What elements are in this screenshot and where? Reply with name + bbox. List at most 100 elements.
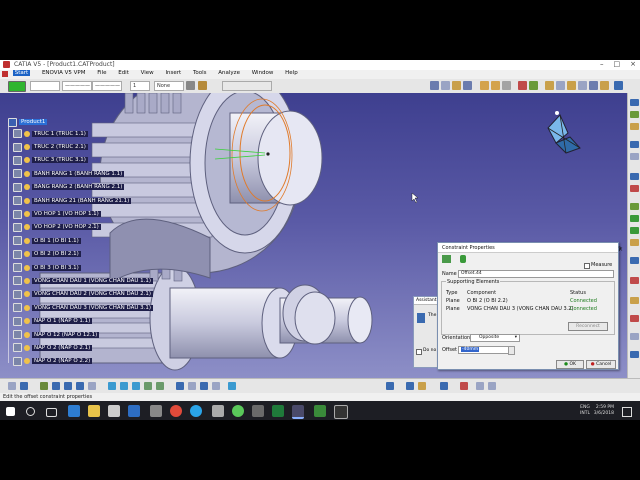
tree-item[interactable]: VONG CHAN DAU 1 (VONG CHAN DAU 1.1): [4, 274, 164, 287]
formula-icon[interactable]: [476, 382, 484, 390]
table-row[interactable]: Plane O BI 2 (O BI 2.2) Connected: [443, 298, 611, 306]
tree-item[interactable]: BANH RANG 21 (BANH RANG 21.1): [4, 194, 164, 207]
color-swatch-icon[interactable]: [8, 81, 26, 92]
tree-item[interactable]: NAP O 2 (NAP O 2.2): [4, 355, 164, 368]
view-front-icon[interactable]: [132, 382, 140, 390]
app-icon-d[interactable]: [252, 405, 264, 417]
tree-item[interactable]: TRUC 2 (TRUC 2.1): [4, 140, 164, 153]
specification-tree[interactable]: Product1 TRUC 1 (TRUC 1.1) TRUC 2 (TRUC …: [4, 117, 164, 368]
catalog-icon[interactable]: [630, 227, 639, 234]
transparency-field[interactable]: [30, 81, 60, 91]
contact-icon[interactable]: [556, 81, 565, 90]
tree-item[interactable]: O BI 2 (O BI 2.1): [4, 248, 164, 261]
tree-item-label[interactable]: NAP O 12 (NAP O 12.1): [32, 331, 100, 338]
rotate-icon[interactable]: [52, 382, 60, 390]
chrome-icon[interactable]: [170, 405, 182, 417]
maximize-button[interactable]: □: [614, 60, 621, 68]
file-explorer-icon[interactable]: [88, 405, 100, 417]
linetype-field[interactable]: —————: [62, 81, 92, 91]
tree-item-label[interactable]: VO HOP 2 (VO HOP 2.1): [32, 224, 101, 231]
tree-item-label[interactable]: O BI 3 (O BI 3.1): [32, 264, 81, 271]
language-indicator[interactable]: ENG INTL: [580, 405, 590, 417]
menu-edit[interactable]: Edit: [118, 70, 129, 76]
inertia-icon[interactable]: [630, 173, 639, 180]
app-menu-icon[interactable]: [2, 71, 8, 77]
hide-show-icon[interactable]: [200, 382, 208, 390]
tree-item-label[interactable]: NAP O 1 (NAP O 1.1): [32, 318, 93, 325]
app-icon-e[interactable]: [314, 405, 326, 417]
coincidence-icon[interactable]: [545, 81, 554, 90]
catia-taskbar-icon[interactable]: [292, 405, 304, 419]
swap-visible-icon[interactable]: [212, 382, 220, 390]
scene-icon[interactable]: [630, 257, 639, 264]
fix-together-icon[interactable]: [600, 81, 609, 90]
tree-item-label[interactable]: BANH RANG 21 (BANH RANG 21.1): [32, 197, 132, 204]
app-icon-b[interactable]: [212, 405, 224, 417]
edge-icon[interactable]: [68, 405, 80, 417]
tree-item-label[interactable]: VONG CHAN DAU 2 (VONG CHAN DAU 2.1): [32, 291, 154, 298]
menu-analyze[interactable]: Analyze: [218, 70, 240, 76]
fly-icon[interactable]: [8, 382, 16, 390]
zoom-in-icon[interactable]: [64, 382, 72, 390]
tree-root-label[interactable]: Product1: [19, 119, 48, 125]
menu-tools[interactable]: Tools: [193, 70, 207, 76]
store-icon[interactable]: [108, 405, 120, 417]
measure-icon[interactable]: [630, 141, 639, 148]
reconnect-button[interactable]: Reconnect: [568, 322, 608, 331]
tree-item[interactable]: BANH RANG 1 (BANH RANG 1.1): [4, 167, 164, 180]
fit-all-icon[interactable]: [20, 382, 28, 390]
light-icon[interactable]: [418, 382, 426, 390]
group-icon[interactable]: [630, 277, 639, 284]
tree-item[interactable]: BANG RANG 2 (BANH RANG 2.1): [4, 181, 164, 194]
excel-icon[interactable]: [272, 405, 284, 417]
select-icon[interactable]: [228, 382, 236, 390]
name-field[interactable]: Offset.44: [458, 270, 614, 278]
tree-item-label[interactable]: TRUC 1 (TRUC 1.1): [32, 130, 88, 137]
part-icon[interactable]: [452, 81, 461, 90]
normal-view-icon[interactable]: [88, 382, 96, 390]
menu-view[interactable]: View: [141, 70, 154, 76]
catalog-browser-icon[interactable]: [440, 382, 448, 390]
tree-item[interactable]: O BI 1 (O BI 1.1): [4, 234, 164, 247]
tree-item-label[interactable]: TRUC 2 (TRUC 2.1): [32, 144, 88, 151]
menu-start[interactable]: Start: [12, 70, 31, 76]
manipulate-icon[interactable]: [480, 81, 489, 90]
tree-item[interactable]: TRUC 1 (TRUC 1.1): [4, 127, 164, 140]
tree-item[interactable]: NAP O 1 (NAP O 1.1): [4, 314, 164, 327]
isometric-view-icon[interactable]: [176, 382, 184, 390]
table-row[interactable]: Plane VONG CHAN DAU 3 (VONG CHAN DAU 3.2…: [443, 306, 611, 314]
sectioning-icon[interactable]: [630, 111, 639, 118]
menu-file[interactable]: File: [97, 70, 106, 76]
clash-icon[interactable]: [518, 81, 527, 90]
shading-icon[interactable]: [188, 382, 196, 390]
tree-item-label[interactable]: BANH RANG 1 (BANH RANG 1.1): [32, 170, 125, 177]
bom-icon[interactable]: [614, 81, 623, 90]
cancel-button[interactable]: ● Cancel: [586, 360, 616, 369]
tree-item-label[interactable]: BANG RANG 2 (BANH RANG 2.1): [32, 184, 125, 191]
constraint-properties-dialog[interactable]: Constraint Properties ? × Measure Name O…: [437, 242, 623, 370]
refresh-icon[interactable]: [386, 382, 394, 390]
tree-root[interactable]: Product1: [4, 117, 164, 127]
compass-icon[interactable]: [547, 111, 581, 154]
update-icon[interactable]: [529, 81, 538, 90]
measure-checkbox[interactable]: [584, 263, 590, 269]
tree-item-label[interactable]: VONG CHAN DAU 3 (VONG CHAN DAU 3.1): [32, 304, 154, 311]
app-icon-a[interactable]: [150, 405, 162, 417]
knowledge-icon[interactable]: [460, 382, 468, 390]
component-icon[interactable]: [441, 81, 450, 90]
tree-item-label[interactable]: TRUC 3 (TRUC 3.1): [32, 157, 88, 164]
layer-icon[interactable]: [406, 382, 414, 390]
view-select-icon[interactable]: [120, 382, 128, 390]
layer-field[interactable]: None: [154, 81, 184, 91]
explode-icon[interactable]: [502, 81, 511, 90]
lineweight-field[interactable]: —————: [92, 81, 122, 91]
skype-icon[interactable]: [190, 405, 202, 417]
tree-item[interactable]: TRUC 3 (TRUC 3.1): [4, 154, 164, 167]
zoom-area-icon[interactable]: [156, 382, 164, 390]
tree-item-label[interactable]: O BI 1 (O BI 1.1): [32, 237, 81, 244]
minimize-button[interactable]: –: [600, 60, 604, 68]
ok-button[interactable]: ● OK: [556, 360, 584, 369]
move-icon[interactable]: [108, 382, 116, 390]
param-icon[interactable]: [488, 382, 496, 390]
lock-icon[interactable]: [460, 255, 466, 263]
